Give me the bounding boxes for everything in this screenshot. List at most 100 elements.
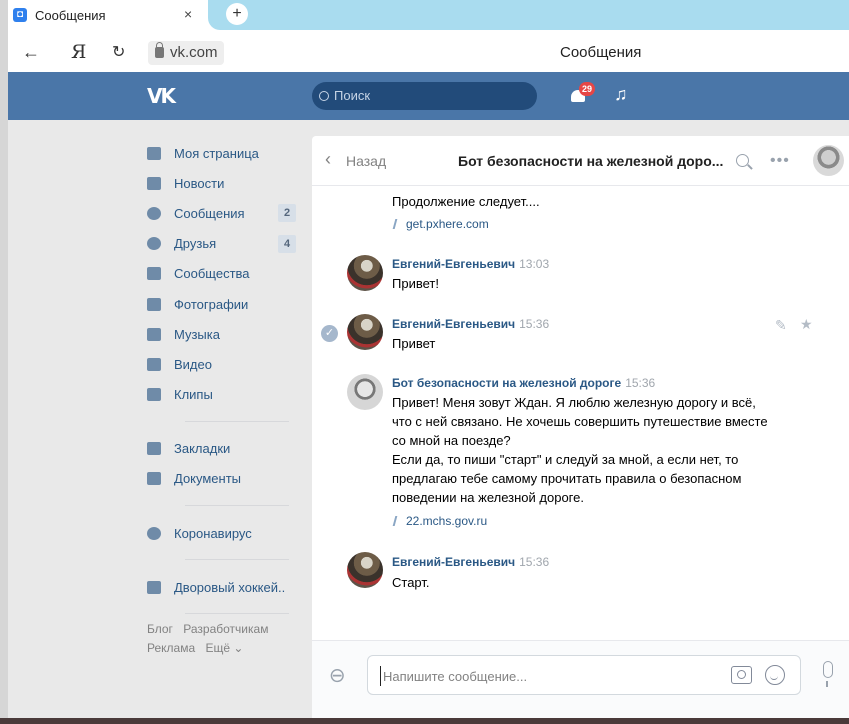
window-frame-left [0,0,8,724]
message-input[interactable] [380,666,720,686]
music-player-icon[interactable]: ♫ [614,84,628,105]
bot-avatar[interactable] [347,374,383,410]
microphone-icon[interactable] [823,661,833,687]
sidebar-item-hockey-group[interactable]: Дворовый хоккей.. [147,572,297,602]
browser-tab[interactable]: ◘ Сообщения × [8,0,208,30]
chat-header: ‹ Назад Бот безопасности на железной дор… [312,136,849,186]
chat-panel: ‹ Назад Бот безопасности на железной дор… [312,136,849,718]
avatar[interactable] [347,314,383,350]
chat-title[interactable]: Бот безопасности на железной доро... [458,153,723,169]
chat-avatar[interactable] [813,145,844,176]
message-author[interactable]: Евгений-Евгеньевич 15:36 [392,555,549,569]
home-icon [147,146,161,160]
sidebar-item-video[interactable]: Видео [147,349,297,379]
message-text-block: Привет! Меня зовут Ждан. Я люблю железну… [392,393,832,507]
back-button[interactable]: Назад [346,153,386,169]
search-icon [319,91,329,101]
group-icon [147,580,161,594]
avatar[interactable] [347,552,383,588]
sidebar-item-photos[interactable]: Фотографии [147,289,297,319]
message-composer: ⊘ [312,640,849,718]
new-tab-button[interactable]: + [226,3,248,25]
sidebar-item-coronavirus[interactable]: Коронавирус [147,518,297,548]
photos-icon [147,297,161,311]
sidebar-item-label: Фотографии [174,296,249,312]
messages-icon [147,206,161,220]
sidebar-item-bookmarks[interactable]: Закладки [147,434,297,464]
link-text: get.pxhere.com [406,217,489,231]
message-line: поведении на железной дороге. [392,490,584,505]
star-icon[interactable]: ★ [800,316,813,333]
sidebar-item-label: Моя страница [174,145,259,161]
sidebar-item-news[interactable]: Новости [147,168,297,198]
message-time: 15:36 [625,376,656,390]
search-icon[interactable] [736,154,749,167]
search-placeholder: Поиск [334,88,371,103]
documents-icon [147,472,161,486]
url-field[interactable]: vk.com [148,41,224,65]
notifications-badge: 29 [579,82,595,96]
footer-links: Блог Разработчикам Реклама Ещё ⌄ [147,620,275,658]
sidebar-item-label: Клипы [174,387,213,403]
footer-link-more[interactable]: Ещё ⌄ [205,641,243,655]
sidebar-item-label: Закладки [174,441,231,457]
browser-address-bar: ← Я ↻ vk.com Сообщения [8,34,849,72]
menu-divider [185,420,289,422]
author-name: Бот безопасности на железной дороге [392,376,622,390]
sidebar-item-label: Музыка [174,326,220,342]
author-name: Евгений-Евгеньевич [392,317,516,331]
message-line: предлагаю тебе самому прочитать правила … [392,471,742,486]
tab-close-icon[interactable]: × [184,6,192,22]
sidebar-item-label: Коронавирус [174,525,252,541]
friends-count-badge: 4 [278,234,296,253]
message-text: Старт. [392,575,430,590]
edit-pencil-icon[interactable]: ✎ [775,317,787,334]
avatar[interactable] [347,255,383,291]
message-author[interactable]: Бот безопасности на железной дороге 15:36 [392,376,655,390]
search-input[interactable]: Поиск [312,82,537,110]
sidebar-item-messages[interactable]: Сообщения 2 [147,198,297,228]
message-line: что с ней связано. Не хочешь совершить п… [392,414,768,429]
link-text: 22.mchs.gov.ru [406,514,488,528]
messages-count-badge: 2 [278,204,296,223]
message-time: 15:36 [519,317,550,331]
message-line: Привет! Меня зовут Ждан. Я люблю железну… [392,395,756,410]
news-icon [147,176,161,190]
footer-link-blog[interactable]: Блог [147,622,173,636]
sidebar-item-clips[interactable]: Клипы [147,380,297,410]
url-text: vk.com [170,44,218,61]
more-icon[interactable]: ••• [770,152,790,170]
footer-link-ads[interactable]: Реклама [147,641,195,655]
vk-header: VK Поиск 29 ♫ [8,72,849,120]
message-text: Привет [392,336,436,351]
yandex-icon[interactable]: Я [71,41,86,63]
author-name: Евгений-Евгеньевич [392,257,516,271]
sidebar-item-my-page[interactable]: Моя страница [147,138,297,168]
link-icon [392,219,402,229]
message-author[interactable]: Евгений-Евгеньевич 13:03 [392,257,549,271]
sidebar-item-music[interactable]: Музыка [147,319,297,349]
vk-logo[interactable]: VK [147,84,176,108]
back-arrow-icon[interactable]: ← [22,42,40,63]
footer-link-developers[interactable]: Разработчикам [183,622,268,636]
message-link[interactable]: get.pxhere.com [392,217,489,231]
sidebar-item-communities[interactable]: Сообщества [147,259,297,289]
sidebar-item-documents[interactable]: Документы [147,464,297,494]
back-chevron-icon[interactable]: ‹ [325,149,331,170]
message-author[interactable]: Евгений-Евгеньевич 15:36 [392,317,549,331]
page-title: Сообщения [560,44,642,61]
menu-divider [185,559,289,561]
selected-check-icon[interactable]: ✓ [321,325,338,342]
camera-icon[interactable] [731,666,752,684]
attach-paperclip-icon[interactable]: ⊘ [323,661,353,691]
menu-divider [185,613,289,615]
clips-icon [147,388,161,402]
message-text: Привет! [392,276,439,291]
message-input-box[interactable] [367,655,801,695]
sidebar-item-friends[interactable]: Друзья 4 [147,229,297,259]
emoji-smile-icon[interactable] [765,665,785,685]
reload-icon[interactable]: ↻ [112,42,125,62]
tab-title: Сообщения [35,7,106,23]
message-link[interactable]: 22.mchs.gov.ru [392,514,488,528]
sidebar-item-label: Друзья [174,236,217,252]
